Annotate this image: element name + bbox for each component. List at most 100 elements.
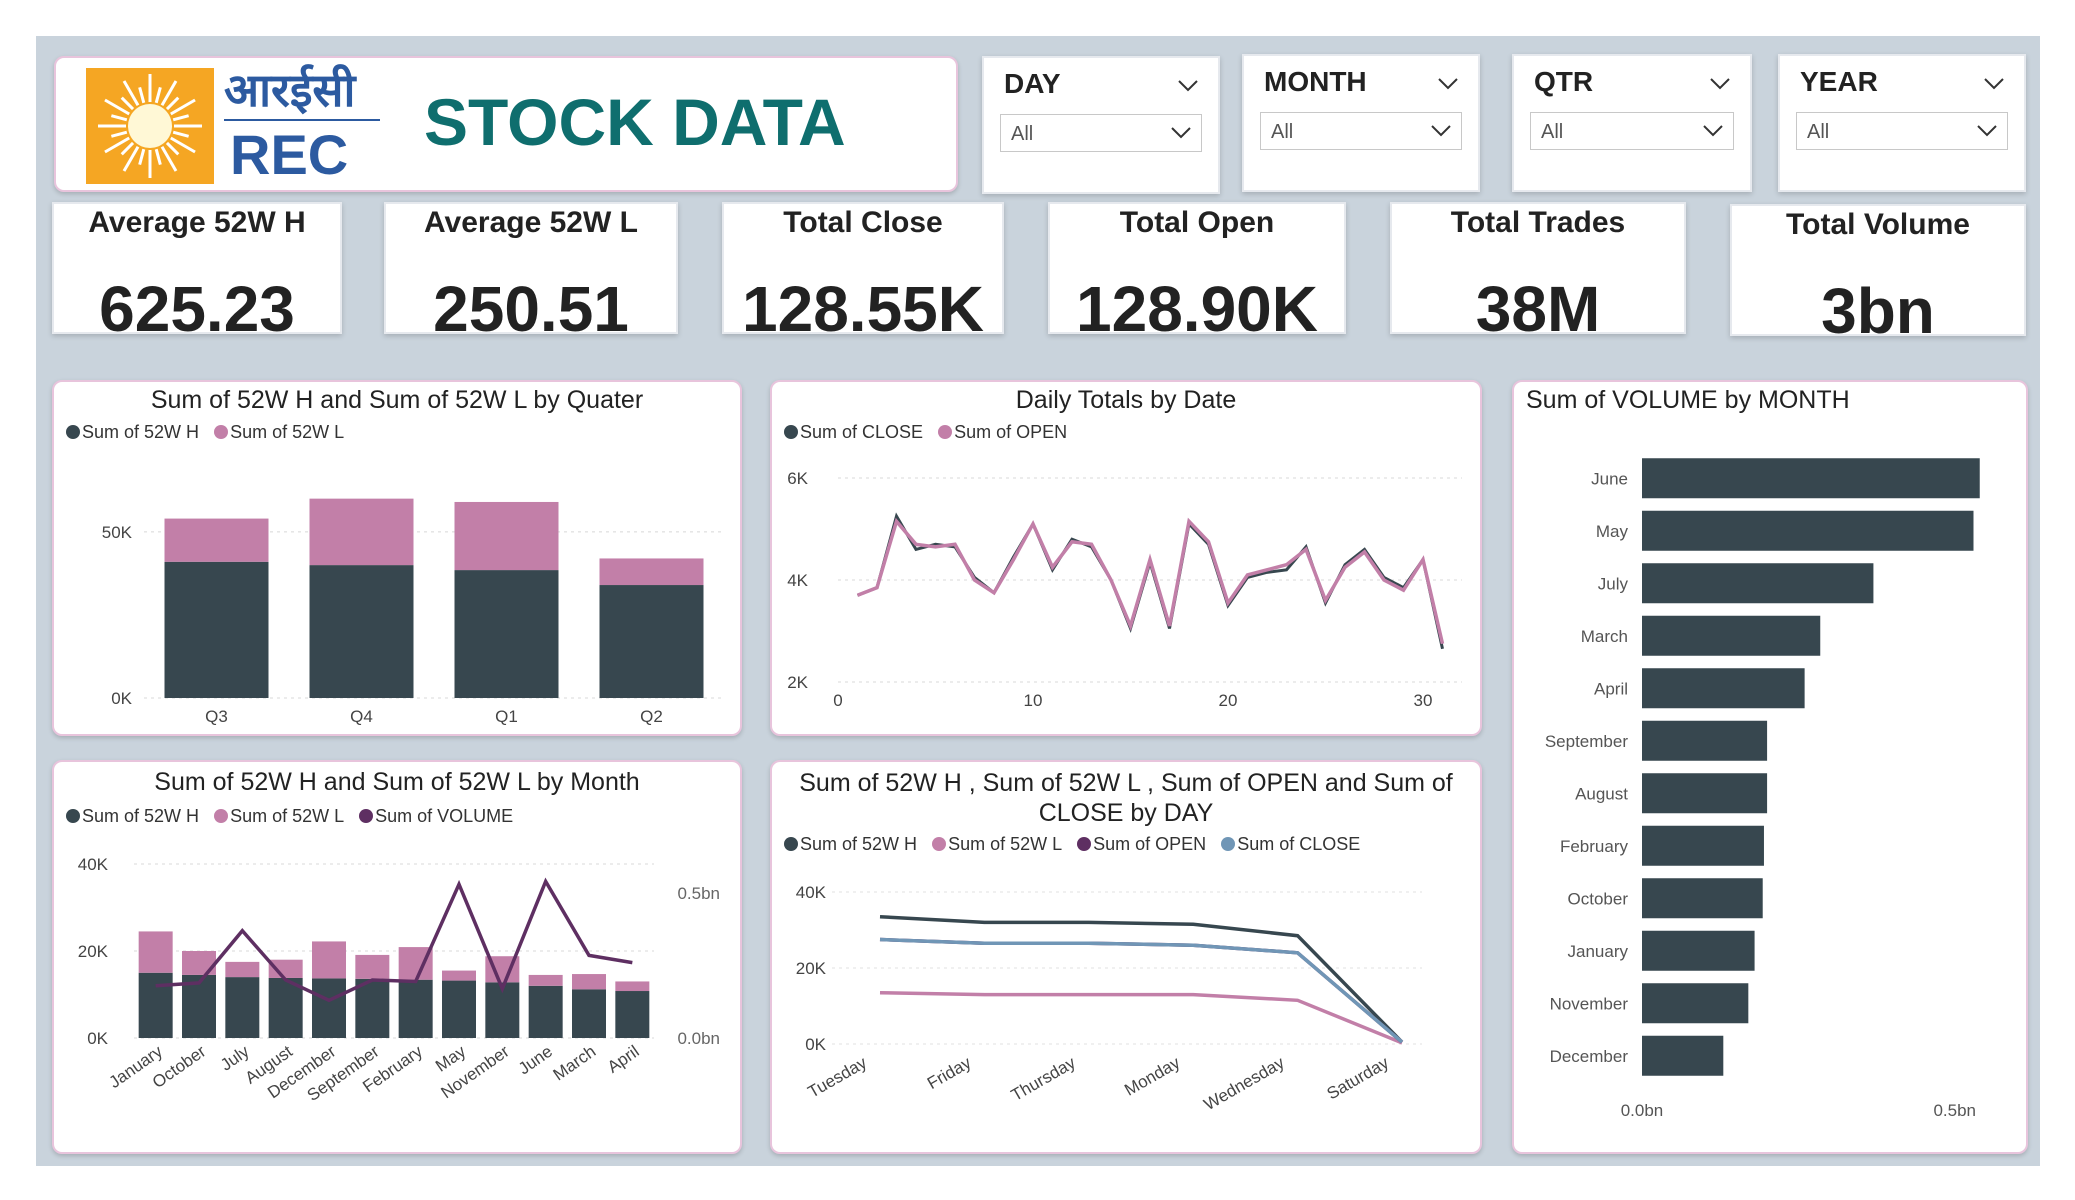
bar	[1642, 878, 1763, 919]
chevron-down-icon[interactable]	[1984, 78, 2004, 90]
bar-segment	[164, 561, 269, 698]
slicer-qtr-label: QTR	[1534, 66, 1594, 97]
slicer-day[interactable]: DAY All	[982, 56, 1220, 194]
logo-text: REC	[230, 123, 348, 186]
y-tick-label: August	[1575, 784, 1628, 803]
y2-tick-label: 0.0bn	[677, 1029, 720, 1048]
bar	[1642, 1035, 1724, 1076]
y-tick-label: March	[1581, 627, 1628, 646]
page-title: STOCK DATA	[424, 85, 846, 159]
chart-card-volume-month: Sum of VOLUME by MONTH June May July March A…	[1512, 380, 2028, 1154]
y-tick-label: 0K	[111, 689, 132, 708]
bar-segment	[572, 989, 606, 1038]
x-tick-label: Saturday	[1324, 1053, 1393, 1104]
logo-hindi-text: आरईसी	[224, 64, 358, 116]
bar	[1642, 510, 1974, 551]
kpi-value: 38M	[1475, 273, 1601, 345]
x-tick-label: June	[515, 1042, 556, 1079]
slicer-year[interactable]: YEAR All	[1778, 54, 2026, 192]
y-tick-label: January	[1568, 942, 1629, 961]
bar-segment	[572, 974, 606, 990]
volume-month-chart-svg: June May July March April September August Febr…	[1545, 458, 1980, 1120]
chart-card-daily: Daily Totals by Date Sum of CLOSE Sum of…	[770, 380, 1482, 736]
bar-segment	[442, 970, 476, 981]
bar-segment	[138, 931, 173, 973]
x-tick-label: 20	[1219, 691, 1238, 710]
slicer-year-value: All	[1807, 121, 1830, 143]
series-line	[879, 990, 1403, 1045]
bar-segment	[454, 501, 559, 571]
x-tick-label: Q3	[205, 707, 228, 726]
chevron-down-icon[interactable]	[1438, 78, 1458, 90]
slicer-month-dropdown[interactable]: All	[1260, 112, 1462, 150]
chart-card-quarter: Sum of 52W H and Sum of 52W L by Quater …	[52, 380, 742, 736]
bar-segment	[528, 985, 563, 1038]
series-line	[856, 517, 1445, 645]
kpi-label: Total Trades	[1450, 206, 1626, 239]
bar-segment	[138, 972, 173, 1038]
bar	[1642, 563, 1874, 604]
chart-card-by-day: Sum of 52W H , Sum of 52W L , Sum of OPE…	[770, 760, 1482, 1154]
kpi-card-total-open: Total Open 128.90K	[1048, 202, 1346, 345]
chevron-down-icon[interactable]	[1977, 125, 1997, 137]
bar	[1642, 615, 1821, 656]
x-tick-label: March	[550, 1042, 600, 1085]
bar-segment	[182, 951, 216, 975]
bar-segment	[309, 498, 414, 566]
x-tick-label: 0.5bn	[1933, 1101, 1976, 1120]
y-tick-label: October	[1568, 889, 1629, 908]
kpi-label: Total Close	[783, 206, 943, 239]
chevron-down-icon[interactable]	[1703, 125, 1723, 137]
x-tick-label: Friday	[924, 1053, 975, 1093]
chart-card-month: Sum of 52W H and Sum of 52W L by Month S…	[52, 760, 742, 1154]
slicer-month-label: MONTH	[1264, 66, 1367, 97]
slicer-day-value: All	[1011, 123, 1034, 145]
chevron-down-icon[interactable]	[1171, 127, 1191, 139]
y-tick-label: 4K	[787, 571, 808, 590]
kpi-value: 250.51	[433, 273, 629, 345]
x-tick-label: Q2	[640, 707, 663, 726]
bar-segment	[615, 981, 650, 992]
x-tick-label: Monday	[1121, 1053, 1183, 1100]
y-tick-label: 0K	[805, 1035, 826, 1054]
y-tick-label: 40K	[796, 883, 827, 902]
slicer-qtr-value: All	[1541, 121, 1564, 143]
y-tick-label: April	[1594, 679, 1628, 698]
bar-segment	[225, 961, 260, 978]
bar-segment	[355, 954, 390, 979]
y-tick-label: 0K	[87, 1029, 108, 1048]
y-tick-label: September	[1545, 732, 1628, 751]
bar	[1642, 983, 1749, 1024]
rec-logo: आरईसी REC	[86, 64, 380, 186]
slicer-month-value: All	[1271, 121, 1294, 143]
quarter-chart-svg: 0K 50K Q3 Q4 Q1 Q2	[102, 498, 724, 726]
kpi-card-avg-52w-high: Average 52W H 625.23	[52, 202, 342, 345]
chevron-down-icon[interactable]	[1710, 78, 1730, 90]
slicer-qtr-dropdown[interactable]: All	[1530, 112, 1734, 150]
series-line	[879, 937, 1404, 1044]
slicer-year-dropdown[interactable]: All	[1796, 112, 2008, 150]
kpi-label: Total Volume	[1786, 208, 1970, 241]
bar-segment	[398, 979, 433, 1038]
x-tick-label: Thursday	[1008, 1053, 1079, 1105]
kpi-value: 128.90K	[1076, 273, 1318, 345]
slicer-month[interactable]: MONTH All	[1242, 54, 1480, 192]
y-tick-label: 2K	[787, 673, 808, 692]
bar-segment	[312, 978, 346, 1038]
header-card: आरईसी REC STOCK DATA	[54, 56, 958, 192]
chevron-down-icon[interactable]	[1178, 80, 1198, 92]
slicer-qtr[interactable]: QTR All	[1512, 54, 1752, 192]
x-tick-label: April	[604, 1042, 643, 1077]
y-tick-label: February	[1560, 837, 1629, 856]
bar-segment	[312, 941, 346, 979]
kpi-card-total-volume: Total Volume 3bn	[1730, 204, 2026, 347]
x-tick-label: Q1	[495, 707, 518, 726]
chevron-down-icon[interactable]	[1431, 125, 1451, 137]
kpi-value: 625.23	[99, 273, 295, 345]
slicer-day-dropdown[interactable]: All	[1000, 114, 1202, 152]
bar	[1642, 458, 1980, 499]
series-line	[879, 937, 1404, 1044]
bar-segment	[528, 974, 563, 986]
x-tick-label: Tuesday	[805, 1053, 871, 1102]
kpi-value: 3bn	[1821, 275, 1935, 347]
